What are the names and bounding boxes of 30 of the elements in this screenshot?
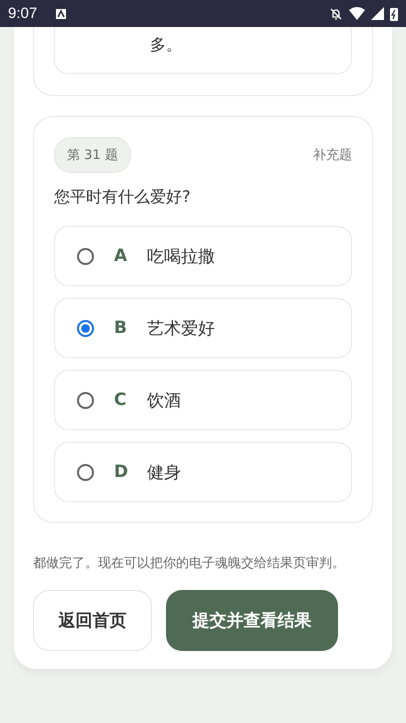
home-button[interactable]: 返回首页 — [33, 590, 152, 651]
question-text: 您平时有什么爱好? — [54, 187, 192, 208]
option-letter: B — [114, 318, 128, 338]
option-letter: D — [114, 462, 130, 482]
question-number-badge: 第 31 题 — [54, 137, 131, 173]
option-card[interactable]: B 艺术爱好 — [54, 298, 352, 358]
battery-icon — [390, 6, 398, 20]
option-text: 健身 — [147, 462, 181, 484]
bell-off-icon — [329, 6, 343, 20]
option-card[interactable]: A 吃喝拉撒 — [54, 226, 352, 286]
option-text: 艺术爱好 — [147, 318, 215, 340]
option-card[interactable]: 多。 — [54, 27, 352, 74]
radio-button[interactable] — [77, 248, 94, 264]
submit-button[interactable]: 提交并查看结果 — [166, 590, 338, 651]
status-time: 9:07 — [8, 5, 38, 22]
wifi-icon — [349, 7, 365, 20]
option-text: 多。 — [150, 35, 182, 56]
option-card[interactable]: C 饮酒 — [54, 370, 352, 430]
notification-icon — [55, 8, 68, 20]
option-card[interactable]: D 健身 — [54, 442, 352, 502]
option-letter: A — [114, 246, 128, 266]
radio-button[interactable] — [77, 464, 94, 480]
radio-button[interactable] — [77, 392, 94, 408]
signal-icon — [371, 7, 384, 20]
option-text: 饮酒 — [147, 390, 181, 412]
radio-button[interactable] — [77, 320, 94, 336]
question-type: 补充题 — [313, 147, 352, 164]
option-letter: C — [114, 390, 128, 410]
completion-message: 都做完了。现在可以把你的电子魂魄交给结果页审判。 — [33, 555, 346, 573]
option-text: 吃喝拉撒 — [147, 246, 215, 268]
